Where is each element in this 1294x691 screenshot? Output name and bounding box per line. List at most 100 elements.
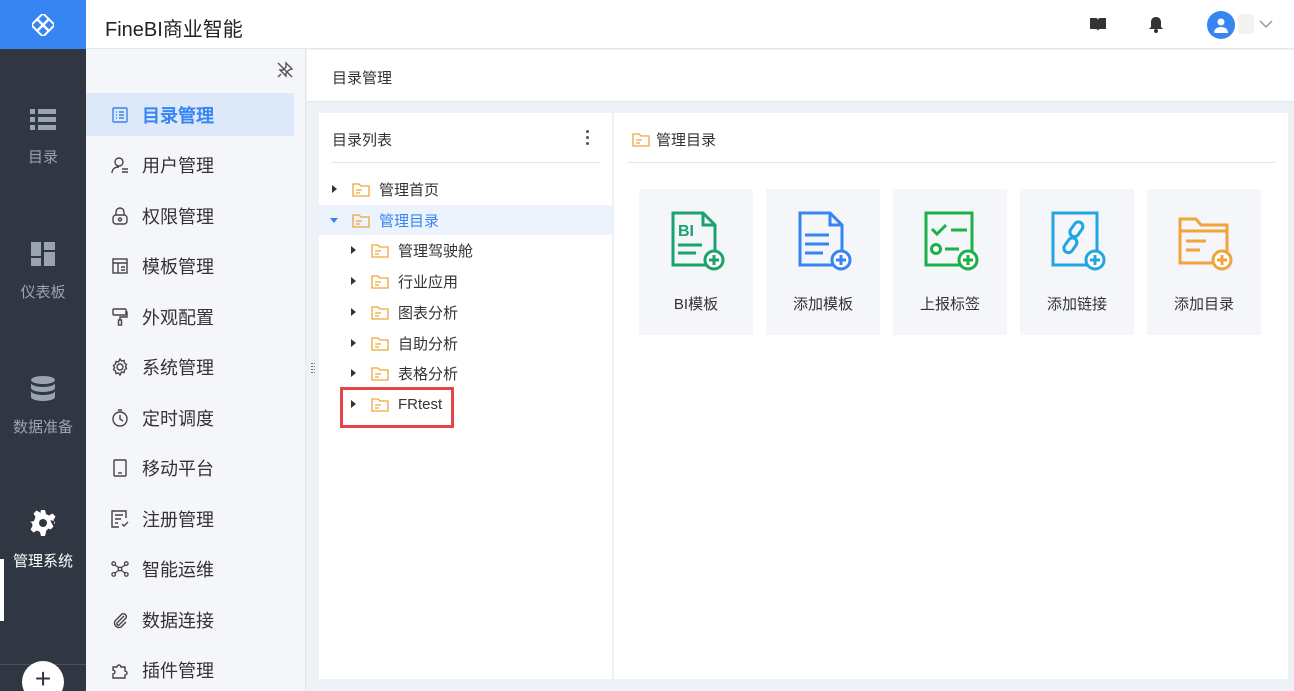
card-label: BI模板 [673,296,719,313]
submenu-label: 插件管理 [142,660,214,681]
folder-icon [371,243,389,258]
tree-node[interactable]: 图表分析 [319,297,612,327]
puzzle-icon [112,663,128,679]
dashboard-icon [31,242,55,266]
tree-node-label: 图表分析 [398,304,459,322]
rail-item-label: 目录 [27,149,58,166]
add-folder-icon [1178,217,1233,271]
gear-icon [30,510,56,536]
rail-item-label: 数据准备 [12,419,73,436]
app-title: FineBI商业智能 [105,19,243,41]
panel-title: 管理目录 [656,132,717,149]
submenu-item-schedule[interactable]: 定时调度 [86,396,294,439]
submenu-item-catalog[interactable]: 目录管理 [86,93,294,136]
paperclip-icon [113,612,127,628]
submenu-item-plugins[interactable]: 插件管理 [86,648,294,691]
report-tag-card[interactable]: 上报标签 [893,189,1007,335]
submenu-item-permissions[interactable]: 权限管理 [86,194,294,237]
highlight-annotation [340,387,454,428]
submenu-label: 数据连接 [142,610,214,631]
rail-item-data-prep[interactable]: 数据准备 [0,374,86,474]
bi-template-icon: BI [671,211,725,271]
panel-header: 管理目录 [632,129,716,150]
expand-arrow-icon[interactable] [348,368,358,378]
unpin-icon[interactable] [276,61,294,79]
submenu-item-templates[interactable]: 模板管理 [86,244,294,287]
list-icon [30,109,56,130]
svg-text:BI: BI [678,223,694,240]
tree-node-label: 管理驾驶舱 [398,242,474,260]
folder-icon [632,133,650,147]
submenu-item-register[interactable]: 注册管理 [86,497,294,540]
submenu-item-appearance[interactable]: 外观配置 [86,295,294,338]
panel-resize-handle[interactable] [311,363,315,377]
card-label: 添加模板 [792,296,853,313]
book-icon[interactable] [1088,14,1108,34]
bi-template-card[interactable]: BI BI模板 [639,189,753,335]
expand-arrow-icon[interactable] [348,245,358,255]
rail-active-indicator [0,559,4,621]
tree-node-label: 自助分析 [398,335,459,353]
bell-icon[interactable] [1146,14,1166,34]
brush-icon [112,307,128,326]
collapse-arrow-icon[interactable] [329,215,339,225]
add-link-icon [1051,211,1106,271]
divider [627,162,1275,163]
tree-node[interactable]: 管理首页 [319,174,612,204]
rail-item-admin[interactable]: 管理系统 [0,508,86,608]
submenu-label: 智能运维 [142,559,214,580]
tree-node[interactable]: 自助分析 [319,328,612,358]
breadcrumb: 目录管理 [307,50,1294,102]
expand-arrow-icon[interactable] [348,338,358,348]
submenu-label: 定时调度 [142,408,214,429]
tree-node[interactable]: 表格分析 [319,358,612,388]
rail-item-label: 仪表板 [20,284,66,301]
tree-node-label: 管理目录 [379,212,440,230]
card-label: 上报标签 [919,296,980,313]
submenu-item-system[interactable]: 系统管理 [86,345,294,388]
tree-node[interactable]: 行业应用 [319,266,612,296]
add-folder-card[interactable]: 添加目录 [1147,189,1261,335]
network-icon [111,560,129,577]
logo-icon [32,13,54,36]
tree-node[interactable]: 管理驾驶舱 [319,235,612,265]
folder-icon [371,305,389,320]
submenu-label: 移动平台 [142,458,214,479]
add-template-card[interactable]: 添加模板 [766,189,880,335]
expand-arrow-icon[interactable] [329,184,339,194]
register-icon [111,509,129,528]
submenu-label: 系统管理 [142,357,214,378]
template-icon [112,257,128,274]
more-options-icon[interactable] [581,127,593,147]
tree-node-selected[interactable]: 管理目录 [319,205,612,235]
card-label: 添加目录 [1173,296,1234,313]
chevron-down-icon[interactable] [1256,14,1276,34]
timer-icon [112,408,128,427]
tree-node-label: 行业应用 [398,273,459,291]
catalog-icon [112,106,128,123]
avatar[interactable] [1207,11,1235,39]
folder-icon [371,366,389,381]
rail-item-dashboard[interactable]: 仪表板 [0,239,86,339]
add-link-card[interactable]: 添加链接 [1020,189,1134,335]
expand-arrow-icon[interactable] [348,307,358,317]
submenu-item-users[interactable]: 用户管理 [86,143,294,186]
tree-node-label: 管理首页 [379,181,440,199]
submenu-item-data-connection[interactable]: 数据连接 [86,598,294,641]
breadcrumb-current: 目录管理 [332,70,393,87]
submenu-label: 模板管理 [142,256,214,277]
database-icon [31,376,55,401]
rail-item-catalog[interactable]: 目录 [0,104,86,204]
submenu-item-mobile[interactable]: 移动平台 [86,446,294,489]
rail-item-label: 管理系统 [12,553,73,570]
submenu-label: 目录管理 [142,105,214,126]
add-template-icon [798,211,852,271]
report-tag-icon [924,211,979,271]
user-icon [111,156,128,173]
submenu-label: 用户管理 [142,155,214,176]
app-logo[interactable] [0,0,86,49]
mobile-icon [113,458,127,477]
submenu-item-ops[interactable]: 智能运维 [86,547,294,590]
expand-arrow-icon[interactable] [348,276,358,286]
user-name-placeholder [1238,14,1254,34]
